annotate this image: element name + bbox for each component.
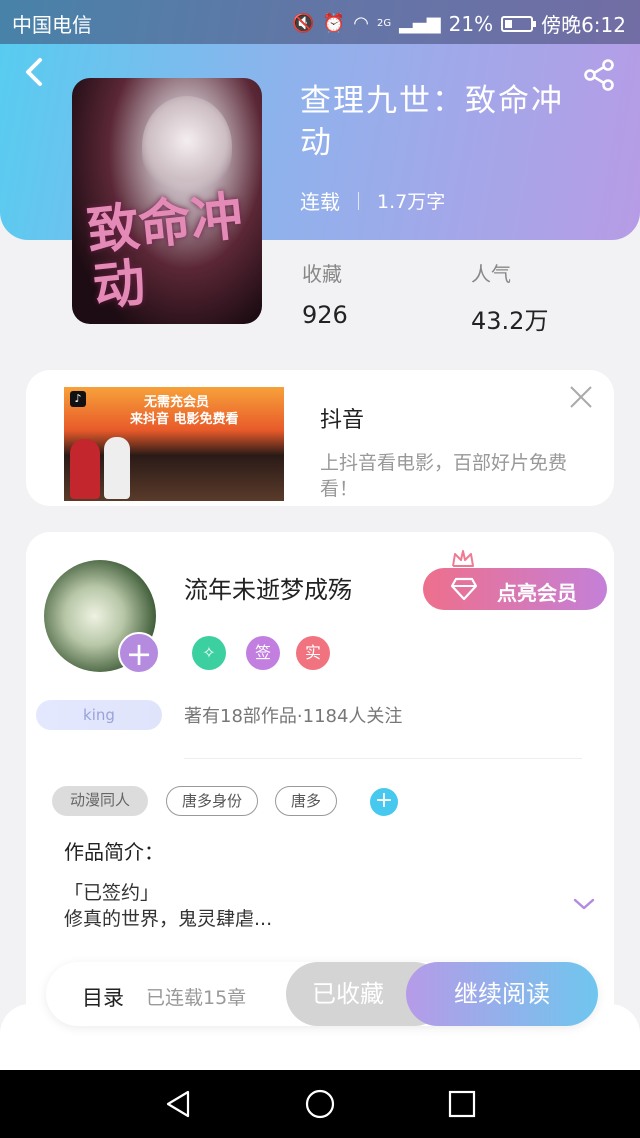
author-level-tag: king — [36, 700, 162, 730]
favorites-value: 926 — [302, 301, 348, 329]
plus-icon: + — [125, 635, 153, 673]
continue-reading-button[interactable]: 继续阅读 — [406, 962, 598, 1026]
ad-card[interactable]: ♪ 无需充会员 来抖音 电影免费看 抖音 上抖音看电影，百部好片免费看！ — [26, 370, 614, 506]
intro-text: 修真的世界，鬼灵肆虐... — [64, 908, 273, 930]
author-works-info: 著有18部作品·1184人关注 — [184, 706, 403, 727]
signed-badge: 签 — [246, 636, 280, 670]
book-cover[interactable]: 致命冲动 — [72, 78, 262, 324]
divider — [184, 758, 582, 759]
genre-tag[interactable]: 动漫同人 — [52, 786, 148, 816]
chapter-count[interactable]: 已连载15章 — [146, 983, 246, 1010]
word-count: 1.7万字 — [377, 191, 446, 213]
cover-character — [142, 96, 232, 196]
nav-home-icon[interactable] — [304, 1088, 336, 1120]
keyword-tag[interactable]: 唐多身份 — [166, 786, 258, 816]
mute-icon: 🔇 — [292, 13, 315, 34]
intro-status: 「已签约」 — [64, 882, 160, 904]
verified-badge: 实 — [296, 636, 330, 670]
ad-image[interactable]: ♪ 无需充会员 来抖音 电影免费看 — [64, 387, 284, 501]
close-icon — [570, 386, 592, 408]
nav-back-icon[interactable] — [162, 1088, 194, 1120]
follow-author-button[interactable]: + — [118, 632, 160, 674]
popularity-value: 43.2万 — [471, 307, 549, 335]
ad-figure — [70, 439, 100, 499]
book-meta: 连载 1.7万字 — [300, 186, 445, 215]
book-status: 连载 — [300, 190, 340, 214]
nav-recents-icon[interactable] — [446, 1088, 478, 1120]
popularity-stat: 人气 43.2万 — [471, 258, 548, 336]
alarm-icon: ⏰ — [322, 13, 346, 34]
action-bar: 目录 已连载15章 已收藏 继续阅读 — [46, 962, 598, 1026]
ad-figure — [104, 437, 130, 499]
tiktok-logo-icon: ♪ — [70, 391, 86, 407]
share-button[interactable] — [582, 58, 616, 92]
cover-title-art: 致命冲动 — [84, 185, 246, 319]
favorites-stat: 收藏 926 — [302, 258, 348, 329]
chevron-down-icon[interactable] — [572, 896, 596, 912]
vip-button-label: 点亮会员 — [497, 581, 577, 605]
clock: 傍晚6:12 — [541, 13, 626, 37]
signal-icon: ▂▄▆ — [399, 13, 441, 34]
diamond-icon — [451, 577, 477, 601]
back-button[interactable] — [20, 56, 52, 88]
carrier-text: 中国电信 — [12, 13, 92, 37]
share-icon — [584, 59, 614, 91]
wifi-icon: ◠ — [353, 13, 369, 34]
crown-icon — [452, 550, 474, 567]
back-arrow-icon — [26, 58, 42, 86]
popularity-label: 人气 — [471, 262, 511, 286]
author-name[interactable]: 流年未逝梦成殇 — [184, 570, 352, 605]
ad-close-button[interactable] — [568, 384, 594, 410]
battery-percent: 21% — [448, 11, 494, 36]
ad-description: 上抖音看电影，百部好片免费看！ — [320, 452, 568, 500]
meta-divider — [358, 191, 359, 210]
system-nav-bar — [0, 1070, 640, 1138]
vip-button[interactable]: 点亮会员 — [423, 568, 607, 610]
favorites-label: 收藏 — [302, 262, 342, 286]
ad-title: 抖音 — [320, 408, 365, 433]
ad-image-line2: 来抖音 电影免费看 — [130, 412, 239, 427]
add-tag-button[interactable]: + — [370, 788, 398, 816]
toc-button[interactable]: 目录 — [82, 982, 124, 1012]
network-label: 2G — [376, 18, 392, 29]
status-bar: 中国电信 🔇 ⏰ ◠ 2G ▂▄▆ 21% 傍晚6:12 — [0, 0, 640, 44]
battery-icon — [501, 15, 537, 32]
plus-icon: + — [374, 788, 394, 813]
book-title: 查理九世：致命冲动 — [300, 83, 564, 161]
intro-heading: 作品简介： — [64, 840, 164, 864]
keyword-tag[interactable]: 唐多 — [275, 786, 337, 816]
handshake-badge-icon: ✧ — [192, 636, 226, 670]
